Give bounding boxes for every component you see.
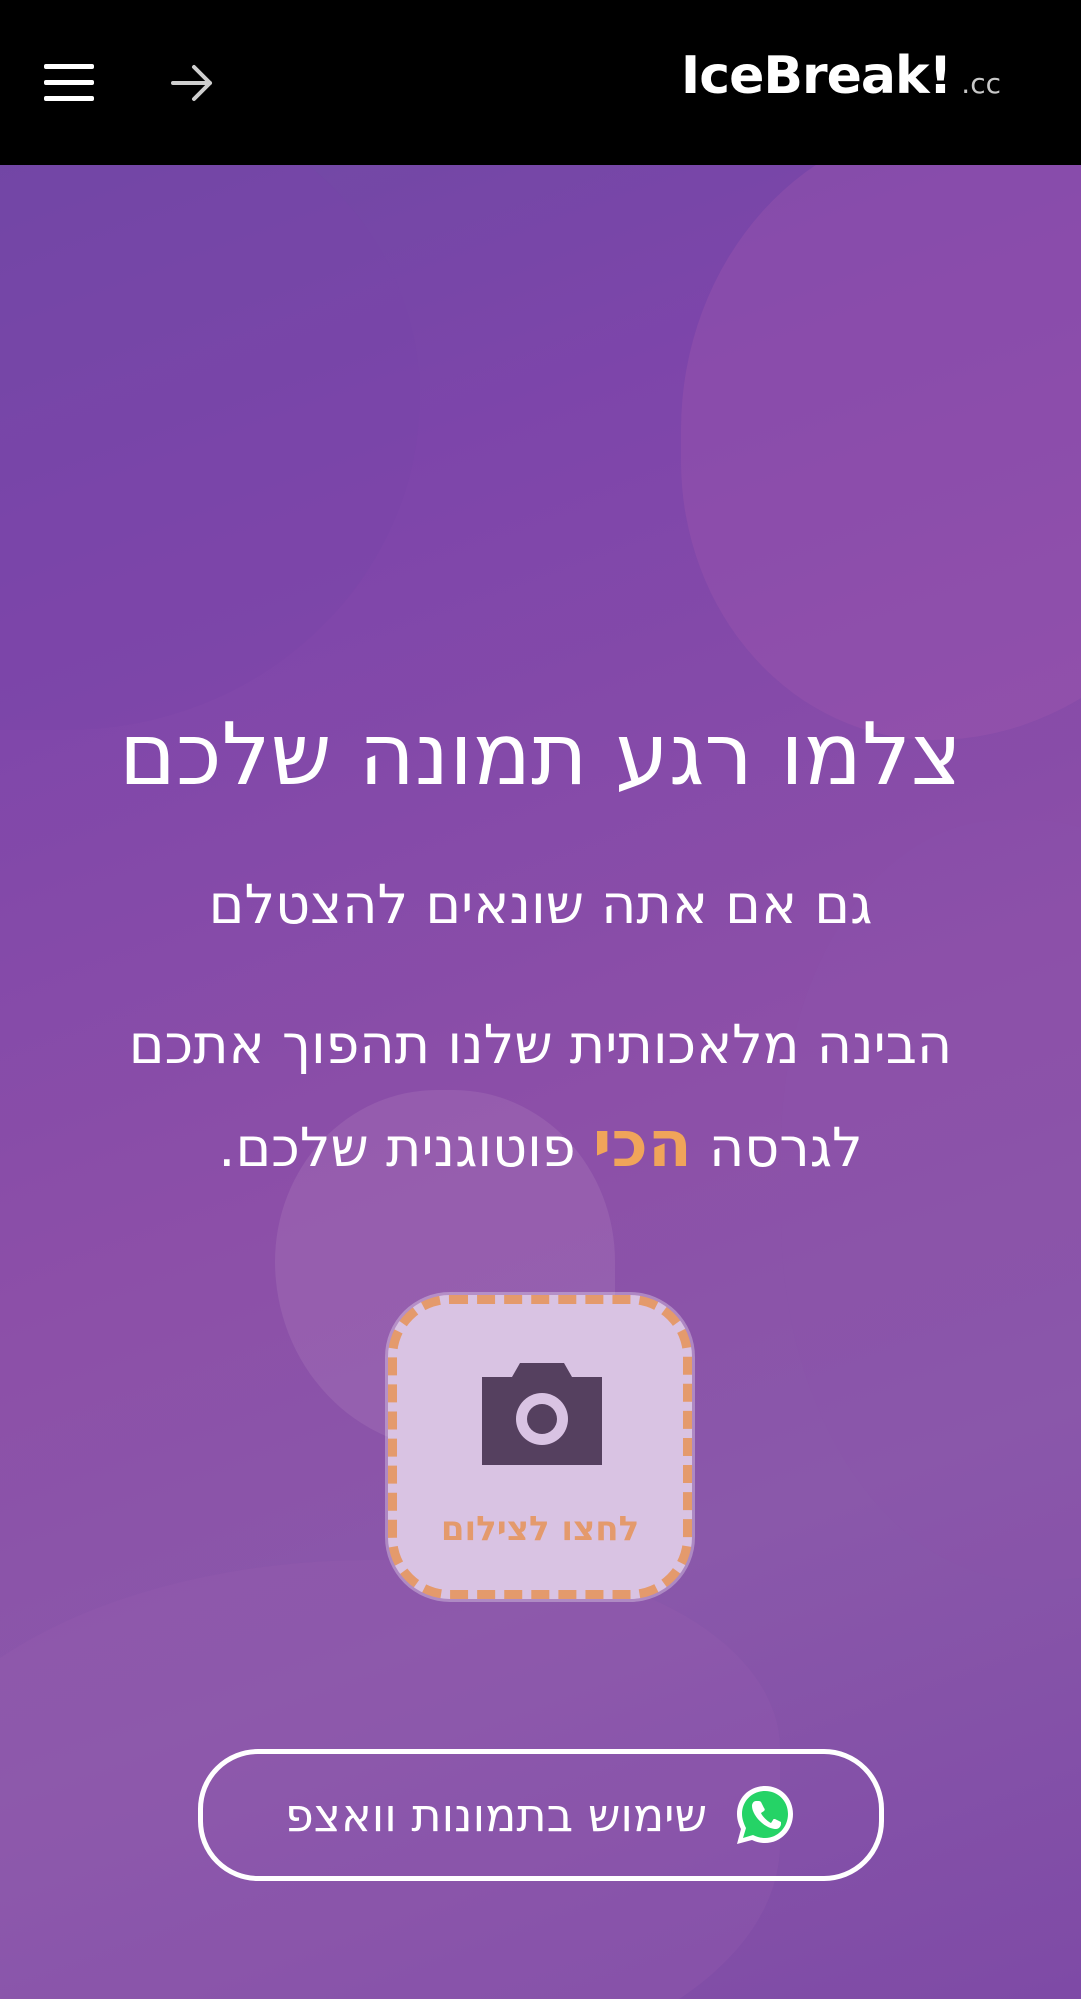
logo-text: IceBreak! [680,46,952,106]
subtitle-text-end: פוטוגנית שלכם. [218,1116,576,1179]
logo-suffix: .cc [961,67,1001,100]
take-photo-label: לחצו לצילום [440,1509,640,1549]
subtitle-line-2: הבינה מלאכותית שלנו תהפוך אתכם לגרסה הכי… [60,995,1021,1198]
whatsapp-photos-button[interactable]: שימוש בתמונות וואצפ [198,1749,884,1881]
main-content: צלמו רגע תמונה שלכם גם אם אתה שונאים להצ… [0,165,1081,1999]
camera-icon [482,1363,602,1465]
take-photo-button[interactable]: לחצו לצילום [388,1295,692,1599]
arrow-right-icon[interactable] [170,62,216,104]
subtitle-highlight: הכי [592,1108,692,1182]
top-bar: IceBreak! .cc [0,0,1081,165]
whatsapp-photos-label: שימוש בתמונות וואצפ [284,1788,708,1842]
site-logo[interactable]: IceBreak! .cc [681,46,1001,106]
whatsapp-icon [737,1786,794,1844]
page: IceBreak! .cc צלמו רגע תמונה שלכם גם אם א… [0,0,1081,1999]
subtitle-line-1: גם אם אתה שונאים להצטלם [208,873,873,936]
page-title: צלמו רגע תמונה שלכם [119,705,962,805]
hamburger-menu-icon[interactable] [44,64,94,102]
